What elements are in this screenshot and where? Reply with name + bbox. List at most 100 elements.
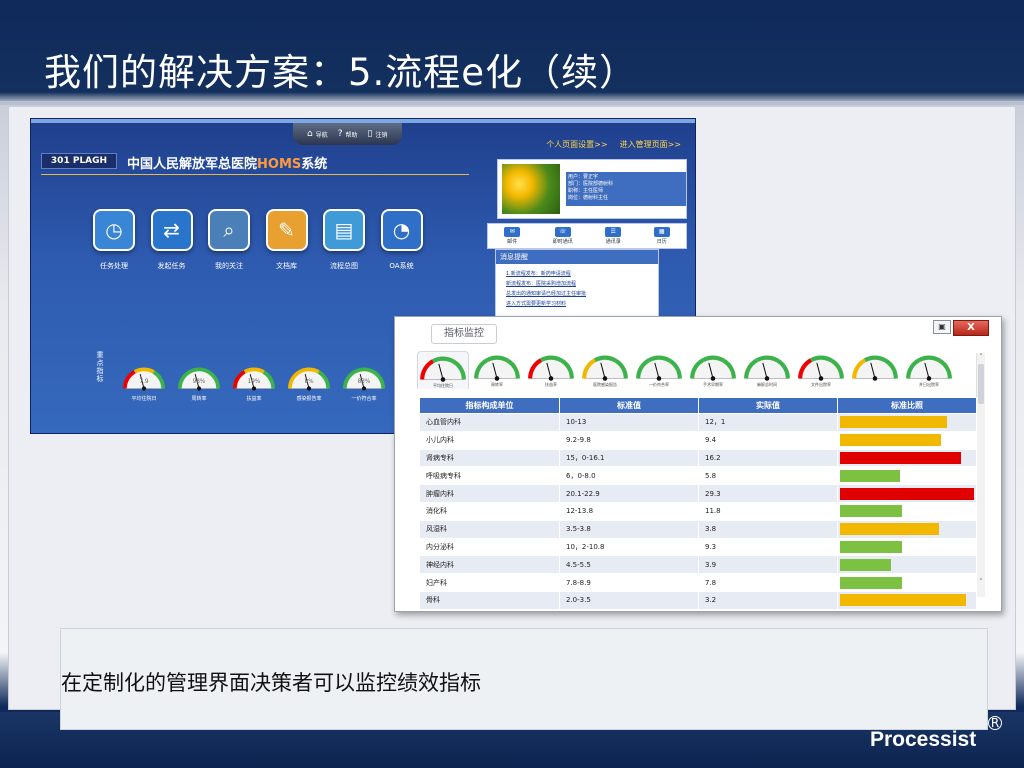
table-row[interactable]: 肿瘤内科 20.1-22.9 29.3 (419, 484, 977, 503)
kpi-gauge[interactable]: 平均住院日 (417, 351, 469, 389)
kpi-gauge[interactable]: 医院感染报告 (579, 351, 631, 388)
cell-standard: 7.8-8.9 (559, 573, 699, 592)
gauge-label: 并日出院率 (919, 382, 939, 387)
portal-gauge[interactable]: 8% 感染报告率 (286, 363, 332, 402)
quick-mail[interactable]: ✉ 邮件 (504, 227, 521, 245)
cell-unit: 小儿内科 (419, 430, 560, 450)
admin-page-link[interactable]: 进入管理页面>> (620, 139, 681, 150)
table-row[interactable]: 消化科 12-13.8 11.8 (419, 501, 977, 521)
cell-unit: 骨科 (419, 590, 560, 610)
toolbar-nav[interactable]: ⌂ 导航 (307, 129, 328, 139)
toolbar-nav-label: 导航 (315, 131, 328, 139)
cell-actual: 9.3 (698, 537, 838, 557)
table-row[interactable]: 内分泌科 10，2-10.8 9.3 (419, 537, 977, 557)
table-row[interactable]: 小儿内科 9.2-9.8 9.4 (419, 430, 977, 450)
kpi-gauge[interactable]: 文件出院率 (795, 351, 847, 388)
table-row[interactable]: 神经内科 4.5-5.5 3.9 (419, 555, 977, 575)
svg-text:98%: 98% (193, 379, 206, 385)
scroll-up-icon[interactable]: ˄ (977, 353, 985, 362)
kpi-gauge[interactable]: 一价符合率 (633, 351, 685, 388)
portal-gauge[interactable]: 19% 扶益率 (231, 363, 277, 402)
portal-gauge[interactable]: 83% 一价符合率 (341, 363, 387, 402)
compare-bar (840, 594, 966, 607)
cell-unit: 肿瘤内科 (419, 484, 560, 503)
quick-im-label: 即时通讯 (552, 239, 573, 245)
cell-actual: 7.8 (698, 573, 838, 592)
table-row[interactable]: 肾病专科 15，0-16.1 16.2 (419, 448, 977, 468)
toolbar-help-label: 帮助 (345, 131, 358, 139)
close-button[interactable]: X (953, 320, 989, 336)
slide-title: 我们的解决方案：5.流程e化（续） (44, 51, 638, 94)
compare-bar (840, 487, 974, 500)
table-row[interactable]: 心血管内科 10-13 12，1 (419, 413, 977, 432)
vertical-scrollbar[interactable]: ˄ ˅ (976, 353, 985, 597)
col-standard: 标准值 (559, 397, 699, 414)
cell-actual: 12，1 (698, 413, 838, 432)
mail-icon: ✉ (504, 227, 521, 237)
toolbar-logout[interactable]: ▯ 注销 (368, 129, 388, 139)
notice-title: 消息提醒 (496, 250, 658, 264)
tab-kpi-monitor[interactable]: 指标监控 (431, 324, 497, 344)
window-controls: ▣ X (933, 320, 989, 336)
table-row[interactable]: 风湿科 3.5-3.8 3.8 (419, 519, 977, 539)
gauge-dial: 19% (232, 367, 276, 391)
system-name-prefix: 中国人民解放军总医院 (127, 157, 258, 172)
app-0[interactable]: ◷ 任务处理 (87, 209, 141, 271)
quick-calendar[interactable]: ▦ 日历 (653, 227, 670, 245)
cell-standard: 3.5-3.8 (559, 519, 699, 539)
table-row[interactable]: 呼吸病专科 6，0-8.0 5.8 (419, 466, 977, 486)
gauge-dial (852, 355, 898, 381)
app-icon: ⌕ (208, 209, 250, 251)
notice-item[interactable]: 进入方式需要更新学习材料 (506, 300, 650, 307)
help-icon: ? (337, 129, 343, 139)
kpi-gauge[interactable]: 并日出院率 (903, 351, 955, 388)
gauge-label: 一价符合率 (351, 396, 377, 402)
kpi-gauge[interactable] (849, 351, 901, 382)
gauge-dial (474, 355, 520, 381)
cell-compare (837, 519, 977, 539)
brand-logo: Processist (870, 728, 977, 751)
kpi-table: 指标构成单位 标准值 实际值 标准比照 心血管内科 10-13 12，1 小儿内科 9.… (419, 397, 977, 610)
svg-text:19%: 19% (248, 379, 261, 385)
app-3[interactable]: ✎ 文档库 (260, 209, 314, 271)
cell-compare (837, 555, 977, 575)
restore-button[interactable]: ▣ (933, 320, 951, 334)
app-icon: ◔ (380, 209, 423, 251)
cell-compare (837, 573, 977, 592)
quick-im[interactable]: ☏ 即时通讯 (553, 227, 573, 245)
scroll-down-icon[interactable]: ˅ (977, 578, 985, 587)
user-title: 职称：主任医师 (568, 188, 604, 194)
cell-compare (837, 448, 977, 468)
quick-contacts[interactable]: ☰ 通讯录 (605, 227, 622, 245)
gauge-dial: 8% (287, 367, 331, 391)
toolbar-logout-label: 注销 (375, 131, 388, 139)
app-2[interactable]: ⌕ 我的关注 (202, 209, 256, 271)
cell-unit: 呼吸病专科 (419, 466, 560, 486)
col-compare: 标准比照 (837, 397, 977, 414)
kpi-gauge[interactable]: 周转率 (471, 351, 523, 388)
gauge-label: 医院感染报告 (593, 382, 617, 387)
toolbar-help[interactable]: ? 帮助 (338, 129, 358, 139)
app-1[interactable]: ⇄ 发起任务 (145, 209, 199, 271)
system-name-suffix: 系统 (301, 157, 328, 172)
cell-compare (837, 537, 977, 557)
table-row[interactable]: 妇产科 7.8-8.9 7.8 (419, 573, 977, 592)
app-icon: ⇄ (150, 209, 193, 251)
personal-page-settings-link[interactable]: 个人页面设置>> (546, 139, 607, 150)
kpi-gauge[interactable]: 扶益率 (525, 351, 577, 388)
table-row[interactable]: 骨科 2.0-3.5 3.2 (419, 590, 977, 610)
scroll-thumb[interactable] (978, 364, 984, 404)
portal-gauge[interactable]: 98% 周转率 (176, 363, 222, 402)
notice-item[interactable]: 1.新流程发布：新药申请流程 (506, 270, 650, 277)
gauge-label: 麻醉总时间 (757, 382, 777, 387)
kpi-gauge[interactable]: 麻醉总时间 (741, 351, 793, 388)
gauge-dial (636, 355, 682, 381)
compare-bar (840, 523, 940, 536)
app-4[interactable]: ▤ 流程总图 (317, 209, 371, 271)
notice-item[interactable]: 新流程发布：医院采购增加流程 (506, 280, 650, 287)
gauge-label: 周转率 (491, 382, 503, 387)
app-5[interactable]: ◔ OA系统 (375, 209, 429, 271)
notice-item[interactable]: 总发出的通知审请已经加过主任审批 (506, 290, 650, 297)
kpi-gauge[interactable]: 手术早期率 (687, 351, 739, 388)
portal-gauge[interactable]: 7.9 平均住院日 (121, 363, 167, 402)
